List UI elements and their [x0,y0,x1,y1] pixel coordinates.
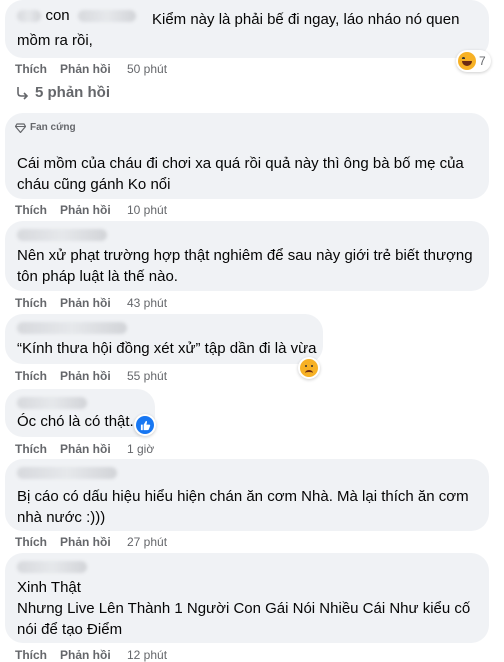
badge-label: Fan cứng [30,122,76,133]
comment-text: Nhưng Live Lên Thành 1 Người Con Gái Nói… [17,600,475,638]
sad-emoji-icon [300,359,318,377]
comment-bubble: Nên xử phạt trường hợp thật nghiêm để sa… [5,221,489,291]
reaction-number: 7 [479,54,486,68]
reaction-count[interactable] [298,357,320,379]
like-button[interactable]: Thích [15,203,60,217]
comment-time[interactable]: 12 phút [127,648,167,662]
comment-bubble: Óc chó là có thật. [5,389,155,437]
like-emoji-icon [136,416,154,434]
blurred-author-name[interactable] [17,229,107,241]
comment-text: Kiểm này là phải bế đi ngay, láo nháo nó… [17,11,464,49]
comment-actions: Thích Phản hồi 27 phút [15,535,167,549]
comment-time[interactable]: 27 phút [127,535,167,549]
comment-actions: Thích Phản hồi 10 phút [15,203,167,217]
comment-actions: Thích Phản hồi 1 giờ [15,442,154,456]
comment-actions: Thích Phản hồi 55 phút [15,369,167,383]
comment-time[interactable]: 1 giờ [127,442,154,456]
replies-count: 5 phản hồi [35,84,110,101]
comment-actions: Thích Phản hồi 43 phút [15,296,167,310]
comment-text: Bị cáo có dấu hiệu hiểu hiện chán ăn cơm… [17,488,473,526]
comment-time[interactable]: 10 phút [127,203,167,217]
reply-button[interactable]: Phản hồi [60,648,127,662]
diamond-icon [15,122,26,133]
reply-button[interactable]: Phản hồi [60,369,127,383]
reply-arrow-icon [17,86,29,100]
comment-bubble: con Kiểm này là phải bế đi ngay, láo nhá… [5,0,489,58]
comment-bubble: Bị cáo có dấu hiệu hiểu hiện chán ăn cơm… [5,459,489,531]
view-replies-link[interactable]: 5 phản hồi [15,84,110,101]
reply-button[interactable]: Phản hồi [60,203,127,217]
haha-emoji-icon [458,52,476,70]
comment-time[interactable]: 50 phút [127,62,167,76]
comment-author-text: Xinh Thật [17,579,81,596]
blurred-author-name[interactable] [17,397,87,409]
blurred-author-name[interactable] [17,467,117,479]
comment-bubble: Xinh Thật Nhưng Live Lên Thành 1 Người C… [5,553,489,643]
blurred-author-name[interactable] [17,322,127,334]
like-button[interactable]: Thích [15,648,60,662]
fan-badge: Fan cứng [15,122,76,133]
reply-button[interactable]: Phản hồi [60,535,127,549]
reply-button[interactable]: Phản hồi [60,62,127,76]
like-button[interactable]: Thích [15,369,60,383]
comment-bubble: Fan cứng Cái mồm của cháu đi chơi xa quá… [5,113,489,199]
reaction-count[interactable]: 7 [456,50,491,72]
like-button[interactable]: Thích [15,296,60,310]
comment-actions: Thích Phản hồi 12 phút [15,648,167,662]
comment-text: Óc chó là có thật. [17,413,134,430]
comment-text: Nên xử phạt trường hợp thật nghiêm để sa… [17,247,477,285]
like-button[interactable]: Thích [15,62,60,76]
comment-text: Cái mồm của cháu đi chơi xa quá rồi quả … [17,155,468,193]
comment-actions: Thích Phản hồi 50 phút [15,62,167,76]
blurred-author-name[interactable] [17,561,87,573]
reaction-count[interactable] [134,414,156,436]
comment-time[interactable]: 55 phút [127,369,167,383]
comment-time[interactable]: 43 phút [127,296,167,310]
reply-button[interactable]: Phản hồi [60,442,127,456]
reply-button[interactable]: Phản hồi [60,296,127,310]
like-button[interactable]: Thích [15,535,60,549]
comment-bubble: “Kính thưa hội đồng xét xử” tập dần đi l… [5,314,323,364]
like-button[interactable]: Thích [15,442,60,456]
comment-text: “Kính thưa hội đồng xét xử” tập dần đi l… [17,340,317,357]
